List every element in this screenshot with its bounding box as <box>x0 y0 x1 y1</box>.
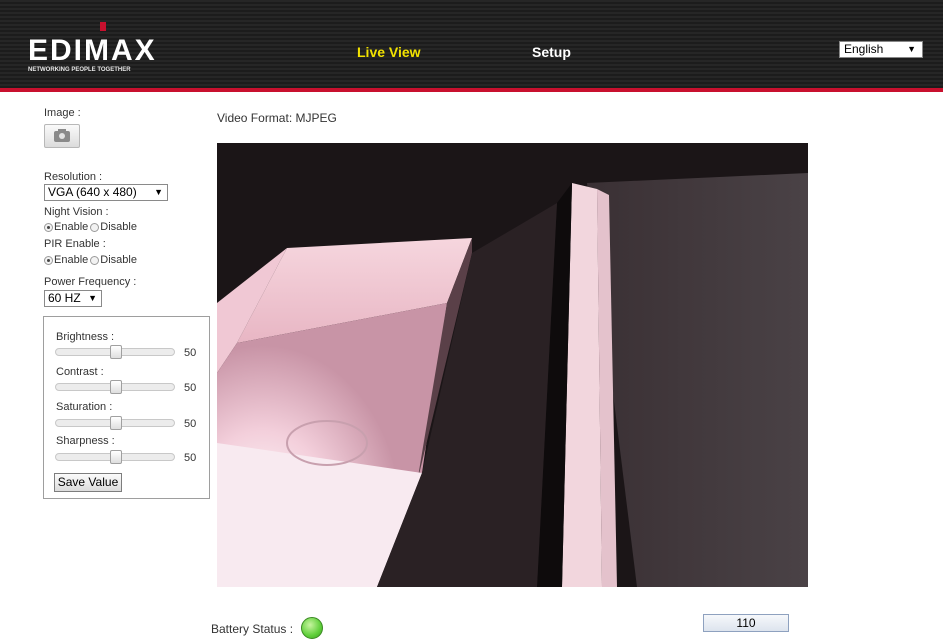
top-header: EDIMAX NETWORKING PEOPLE TOGETHER Live V… <box>0 0 943 92</box>
pir-enable-label: PIR Enable : <box>44 238 106 250</box>
battery-status-icon <box>301 617 323 639</box>
sharpness-slider[interactable] <box>55 450 175 464</box>
saturation-value: 50 <box>184 418 197 430</box>
night-vision-radio-group: Enable Disable <box>44 221 137 233</box>
resolution-select-value: VGA (640 x 480) <box>48 185 137 199</box>
chevron-down-icon: ▼ <box>88 293 97 303</box>
battery-status-label: Battery Status : <box>211 622 294 636</box>
logo-accent-mark <box>100 22 106 31</box>
edimax-logo: EDIMAX NETWORKING PEOPLE TOGETHER <box>24 22 157 73</box>
live-video-feed <box>217 143 808 587</box>
logo-tagline: NETWORKING PEOPLE TOGETHER <box>28 67 131 73</box>
power-frequency-label: Power Frequency : <box>44 276 137 288</box>
sharpness-slider-handle[interactable] <box>110 450 122 464</box>
night-vision-disable-label: Disable <box>100 221 137 233</box>
resolution-label: Resolution : <box>44 171 103 183</box>
brightness-value: 50 <box>184 347 197 359</box>
counter-display: 110 <box>703 614 789 632</box>
sharpness-label: Sharpness : <box>56 435 115 447</box>
brightness-label: Brightness : <box>56 331 115 343</box>
language-select-value: English <box>844 42 884 56</box>
contrast-slider[interactable] <box>55 380 175 394</box>
pir-radio-group: Enable Disable <box>44 254 137 266</box>
contrast-value: 50 <box>184 382 197 394</box>
image-label: Image : <box>44 107 81 119</box>
resolution-select[interactable]: VGA (640 x 480) ▼ <box>44 184 168 201</box>
language-select[interactable]: English ▼ <box>839 41 923 58</box>
save-value-button[interactable]: Save Value <box>54 473 122 492</box>
night-vision-enable-label: Enable <box>54 221 89 233</box>
power-frequency-select-value: 60 HZ <box>48 291 81 305</box>
contrast-label: Contrast : <box>56 366 104 378</box>
saturation-slider[interactable] <box>55 416 175 430</box>
night-vision-enable-radio[interactable] <box>44 222 53 232</box>
pir-disable-radio[interactable] <box>90 255 100 265</box>
saturation-label: Saturation : <box>56 401 113 413</box>
power-frequency-select[interactable]: 60 HZ ▼ <box>44 290 102 307</box>
pir-disable-option-label: Disable <box>100 254 137 266</box>
brightness-slider[interactable] <box>55 345 175 359</box>
night-vision-label: Night Vision : <box>44 206 109 218</box>
pir-enable-option-label: Enable <box>54 254 89 266</box>
image-adjustments-panel: Brightness : 50 Contrast : 50 Saturation… <box>43 316 210 499</box>
pir-enable-radio[interactable] <box>44 255 53 265</box>
saturation-slider-handle[interactable] <box>110 416 122 430</box>
nav-setup[interactable]: Setup <box>532 44 571 60</box>
night-vision-disable-radio[interactable] <box>90 222 100 232</box>
nav-live-view[interactable]: Live View <box>357 44 421 60</box>
brightness-slider-handle[interactable] <box>110 345 122 359</box>
chevron-down-icon: ▼ <box>907 44 916 54</box>
contrast-slider-handle[interactable] <box>110 380 122 394</box>
camera-scene-image <box>217 143 808 587</box>
video-format-label: Video Format: MJPEG <box>217 111 337 125</box>
chevron-down-icon: ▼ <box>154 187 163 197</box>
snapshot-button[interactable] <box>44 124 80 148</box>
logo-text: EDIMAX <box>28 34 157 67</box>
sharpness-value: 50 <box>184 452 197 464</box>
